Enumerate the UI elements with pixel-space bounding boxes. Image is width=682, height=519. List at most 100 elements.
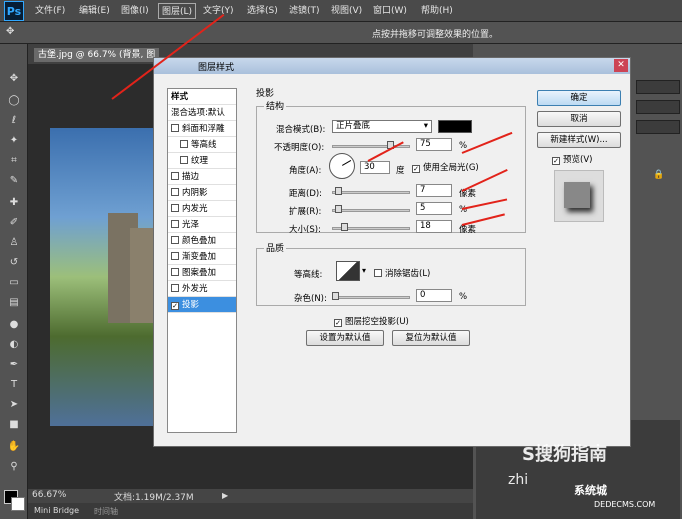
checkbox[interactable] [180, 156, 188, 164]
hand-icon[interactable]: ✋ [6, 440, 22, 454]
type-icon[interactable]: T [6, 378, 22, 392]
zoom-level[interactable]: 66.67% [32, 490, 66, 500]
style-item-inner-glow[interactable]: 内发光 [168, 201, 236, 217]
checkbox[interactable] [171, 124, 179, 132]
tab-timeline[interactable]: 时间轴 [94, 506, 118, 517]
style-item-bevel[interactable]: 斜面和浮雕 [168, 121, 236, 137]
set-default-button[interactable]: 设置为默认值 [306, 330, 384, 346]
eraser-icon[interactable]: ▭ [6, 276, 22, 290]
spread-slider[interactable] [332, 209, 410, 212]
path-select-icon[interactable]: ➤ [6, 398, 22, 412]
panel-field[interactable] [636, 100, 680, 114]
menu-image[interactable]: 图像(I) [118, 3, 152, 19]
panel-field[interactable] [636, 120, 680, 134]
zoom-icon[interactable]: ⚲ [6, 460, 22, 474]
gradient-icon[interactable]: ▤ [6, 296, 22, 310]
styles-header[interactable]: 样式 [168, 89, 236, 105]
style-item-contour[interactable]: 等高线 [168, 137, 236, 153]
eyedropper-icon[interactable]: ✎ [6, 174, 22, 188]
info-arrow-icon[interactable]: ▶ [222, 491, 228, 500]
noise-slider[interactable] [332, 296, 410, 299]
panel-field[interactable] [636, 80, 680, 94]
checkbox[interactable]: ✓ [171, 302, 179, 310]
antialias-checkbox[interactable] [374, 269, 382, 277]
noise-input[interactable]: 0 [416, 289, 452, 302]
blend-options-item[interactable]: 混合选项:默认 [168, 105, 236, 121]
shadow-color-swatch[interactable] [438, 120, 472, 133]
checkbox[interactable] [171, 172, 179, 180]
dodge-icon[interactable]: ◐ [6, 338, 22, 352]
antialias-option[interactable]: 消除锯齿(L) [374, 267, 430, 279]
style-item-color-overlay[interactable]: 颜色叠加 [168, 233, 236, 249]
crop-icon[interactable]: ⌗ [6, 154, 22, 168]
reset-default-button[interactable]: 复位为默认值 [392, 330, 470, 346]
noise-slider-thumb[interactable] [332, 292, 339, 300]
style-item-gradient-overlay[interactable]: 渐变叠加 [168, 249, 236, 265]
distance-input[interactable]: 7 [416, 184, 452, 197]
style-label: 内发光 [182, 204, 208, 214]
checkbox[interactable] [171, 284, 179, 292]
move-tool-icon[interactable]: ✥ [6, 26, 14, 37]
menu-view[interactable]: 视图(V) [328, 3, 365, 19]
marquee-icon[interactable]: ◯ [6, 94, 22, 108]
style-item-satin[interactable]: 光泽 [168, 217, 236, 233]
distance-slider[interactable] [332, 191, 410, 194]
knockout-checkbox[interactable]: ✓ [334, 319, 342, 327]
menu-file[interactable]: 文件(F) [32, 3, 68, 19]
style-item-inner-shadow[interactable]: 内阴影 [168, 185, 236, 201]
global-light-option[interactable]: ✓ 使用全局光(G) [412, 161, 479, 173]
brush-icon[interactable]: ✐ [6, 216, 22, 230]
angle-input[interactable]: 30 [360, 161, 390, 174]
lasso-icon[interactable]: ℓ [6, 114, 22, 128]
size-slider-thumb[interactable] [341, 223, 348, 231]
menu-window[interactable]: 窗口(W) [370, 3, 410, 19]
magic-wand-icon[interactable]: ✦ [6, 134, 22, 148]
checkbox[interactable] [171, 204, 179, 212]
document-tab[interactable]: 古堡.jpg @ 66.7% (背景, 图 [34, 48, 160, 62]
spread-input[interactable]: 5 [416, 202, 452, 215]
history-brush-icon[interactable]: ↺ [6, 256, 22, 270]
style-item-outer-glow[interactable]: 外发光 [168, 281, 236, 297]
move-icon[interactable]: ✥ [6, 72, 22, 86]
contour-picker[interactable] [336, 261, 360, 281]
background-color[interactable] [11, 497, 25, 511]
healing-icon[interactable]: ✚ [6, 196, 22, 210]
style-item-texture[interactable]: 纹理 [168, 153, 236, 169]
opacity-label: 不透明度(O): [274, 143, 325, 153]
menu-help[interactable]: 帮助(H) [418, 3, 456, 19]
checkbox[interactable] [171, 268, 179, 276]
style-item-pattern-overlay[interactable]: 图案叠加 [168, 265, 236, 281]
size-input[interactable]: 18 [416, 220, 452, 233]
style-item-stroke[interactable]: 描边 [168, 169, 236, 185]
close-icon[interactable]: ✕ [614, 59, 628, 72]
shape-icon[interactable]: ■ [6, 418, 22, 432]
blend-mode-select[interactable]: 正片叠底 ▾ [332, 120, 432, 133]
menu-layer[interactable]: 图层(L) [158, 3, 197, 19]
checkbox[interactable] [180, 140, 188, 148]
opacity-input[interactable]: 75 [416, 138, 452, 151]
tab-mini-bridge[interactable]: Mini Bridge [34, 506, 79, 515]
chevron-down-icon[interactable]: ▾ [362, 266, 366, 275]
global-light-checkbox[interactable]: ✓ [412, 165, 420, 173]
stamp-icon[interactable]: ♙ [6, 236, 22, 250]
distance-slider-thumb[interactable] [335, 187, 342, 195]
menu-filter[interactable]: 滤镜(T) [286, 3, 323, 19]
ok-button[interactable]: 确定 [537, 90, 621, 106]
style-item-drop-shadow[interactable]: ✓ 投影 [168, 297, 236, 313]
checkbox[interactable] [171, 236, 179, 244]
spread-slider-thumb[interactable] [335, 205, 342, 213]
checkbox[interactable] [171, 220, 179, 228]
preview-checkbox[interactable]: ✓ [552, 157, 560, 165]
menu-select[interactable]: 选择(S) [244, 3, 281, 19]
pen-icon[interactable]: ✒ [6, 358, 22, 372]
checkbox[interactable] [171, 252, 179, 260]
menu-edit[interactable]: 编辑(E) [76, 3, 113, 19]
preview-option[interactable]: ✓ 预览(V) [552, 153, 592, 165]
blur-icon[interactable]: ● [6, 318, 22, 332]
checkbox[interactable] [171, 188, 179, 196]
new-style-button[interactable]: 新建样式(W)... [537, 132, 621, 148]
system-watermark: 系统城 [574, 484, 607, 497]
cancel-button[interactable]: 取消 [537, 111, 621, 127]
knockout-option[interactable]: ✓ 图层挖空投影(U) [334, 315, 409, 327]
style-label: 等高线 [191, 140, 217, 150]
